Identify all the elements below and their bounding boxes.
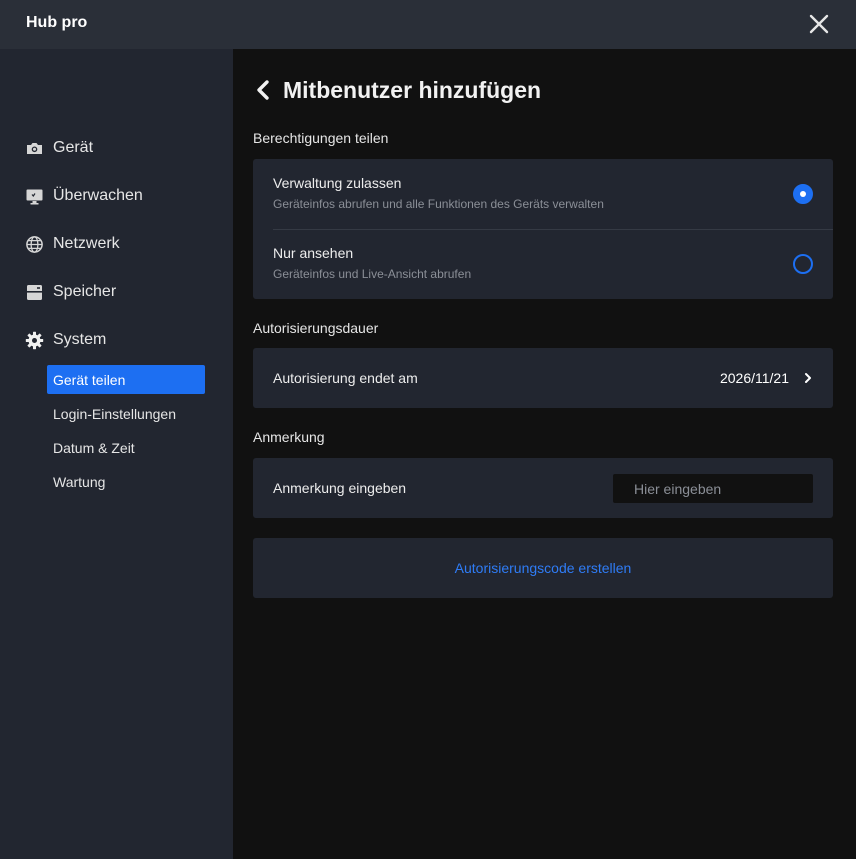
create-authorization-code-label: Autorisierungscode erstellen [454, 560, 632, 576]
page-title: Mitbenutzer hinzufügen [283, 76, 542, 103]
sidebar-subitem-login-einstellungen[interactable]: Login-Einstellungen [47, 399, 205, 428]
sidebar: Gerät Überwachen Netzwerk Speicher Syste… [0, 49, 233, 859]
window-title: Hub pro [26, 14, 88, 31]
camera-icon [25, 139, 44, 158]
permission-option-view[interactable]: Nur ansehen Geräteinfos und Live-Ansicht… [253, 229, 833, 299]
option-title: Nur ansehen [273, 245, 354, 261]
sidebar-item-geraet[interactable]: Gerät [0, 132, 233, 164]
monitor-icon [25, 187, 44, 206]
page-header: Mitbenutzer hinzufügen [253, 75, 541, 105]
duration-row-label: Autorisierung endet am [273, 370, 418, 386]
close-icon[interactable] [806, 11, 832, 37]
app-window: Hub pro Gerät Überwachen Netzwerk Speich… [0, 0, 856, 859]
option-description: Geräteinfos abrufen und alle Funktionen … [273, 197, 604, 211]
gear-icon [25, 331, 44, 350]
note-row-label: Anmerkung eingeben [273, 480, 407, 496]
expiry-date-value: 2026/11/21 [719, 370, 789, 386]
duration-card[interactable]: Autorisierung endet am 2026/11/21 [253, 348, 833, 408]
sidebar-item-ueberwachen[interactable]: Überwachen [0, 180, 233, 212]
sidebar-subitem-datum-zeit[interactable]: Datum & Zeit [47, 433, 205, 462]
permissions-section-label: Berechtigungen teilen [253, 130, 389, 146]
create-authorization-code-button[interactable]: Autorisierungscode erstellen [253, 538, 833, 598]
note-section-label: Anmerkung [253, 429, 325, 445]
permissions-card: Verwaltung zulassen Geräteinfos abrufen … [253, 159, 833, 299]
sidebar-item-label: Gerät [53, 139, 94, 156]
sidebar-item-label: Speicher [53, 283, 117, 300]
sidebar-item-label: Überwachen [53, 187, 143, 204]
note-input[interactable] [613, 474, 813, 503]
duration-section-label: Autorisierungsdauer [253, 320, 379, 336]
note-card: Anmerkung eingeben [253, 458, 833, 518]
chevron-left-icon[interactable] [253, 78, 275, 102]
sidebar-item-netzwerk[interactable]: Netzwerk [0, 228, 233, 260]
radio-manage[interactable] [793, 184, 813, 204]
globe-icon [25, 235, 44, 254]
radio-view[interactable] [793, 254, 813, 274]
main-content: Mitbenutzer hinzufügen Berechtigungen te… [233, 49, 856, 859]
sidebar-item-label: System [53, 331, 107, 348]
option-description: Geräteinfos und Live-Ansicht abrufen [273, 267, 472, 281]
sidebar-item-system[interactable]: System [0, 324, 233, 356]
title-bar: Hub pro [0, 0, 856, 49]
sidebar-subitem-wartung[interactable]: Wartung [47, 467, 205, 496]
storage-icon [25, 283, 44, 302]
sidebar-item-label: Netzwerk [53, 235, 120, 252]
permission-option-manage[interactable]: Verwaltung zulassen Geräteinfos abrufen … [253, 159, 833, 229]
sidebar-subitem-geraet-teilen[interactable]: Gerät teilen [47, 365, 205, 394]
option-title: Verwaltung zulassen [273, 175, 402, 191]
chevron-right-icon[interactable] [803, 372, 813, 384]
sidebar-item-speicher[interactable]: Speicher [0, 276, 233, 308]
